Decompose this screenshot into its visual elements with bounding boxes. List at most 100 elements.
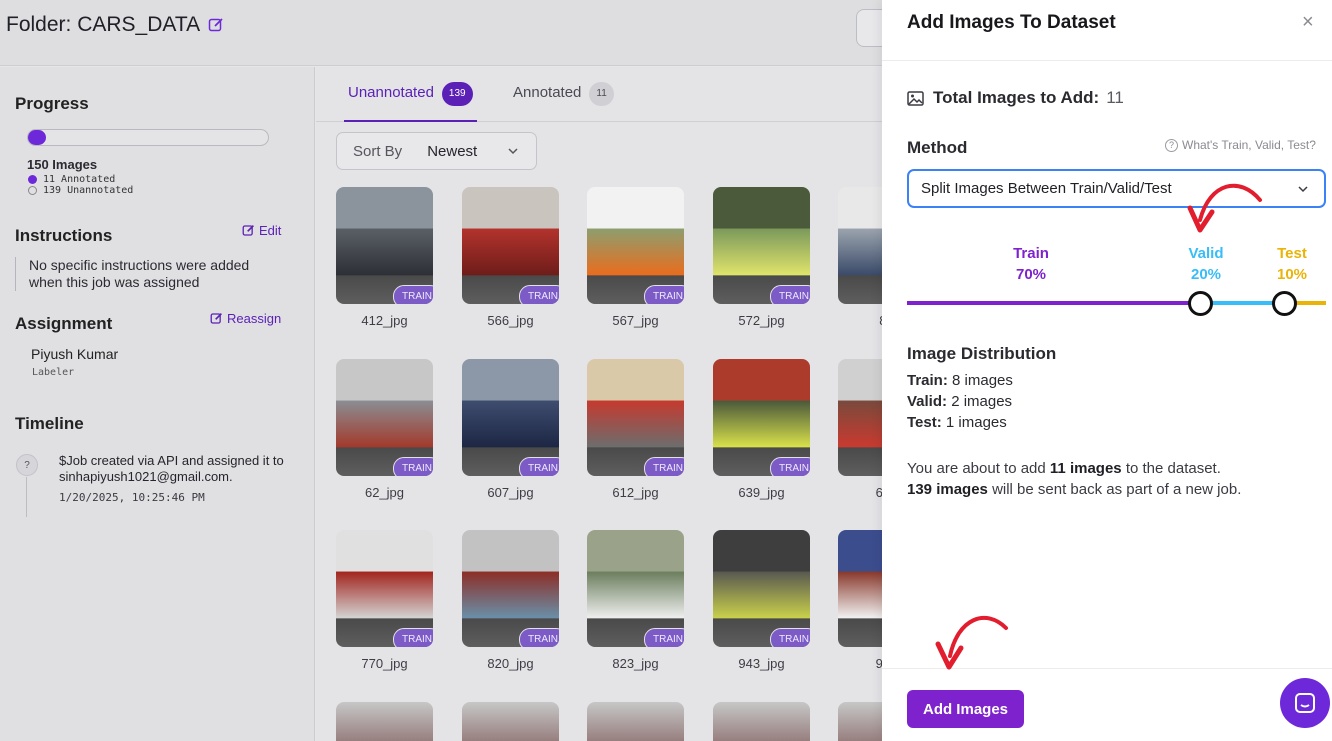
distribution-train-label: Train: [907,372,948,389]
chat-icon [1295,693,1315,713]
image-thumbnail[interactable]: TRAIN [587,530,684,647]
help-link-text: What's Train, Valid, Test? [1182,138,1316,152]
image-filename: 823_jpg [612,656,659,671]
image-thumbnail[interactable] [587,702,684,741]
image-thumbnail[interactable]: TRAIN [713,359,810,476]
edit-label: Edit [259,223,282,238]
image-filename: 88 [838,313,882,328]
progress-bar [27,129,269,146]
total-images-value: 11 [1106,88,1124,107]
image-thumbnail[interactable]: TRAIN [587,359,684,476]
help-icon: ? [1165,138,1178,152]
image-thumbnail[interactable]: TRAIN [838,187,882,304]
split-handle[interactable] [1188,291,1214,316]
sort-select[interactable]: Sort By Newest [336,132,537,170]
drawer-footer: Add Images [882,668,1332,741]
split-handle[interactable] [1272,291,1298,316]
distribution-valid-value: 2 images [951,393,1013,410]
train-badge: TRAIN [644,628,684,647]
train-badge: TRAIN [393,457,433,476]
split-name: Valid [1188,245,1224,262]
folder-title-text: Folder: CARS_DATA [6,13,201,36]
image-thumbnail[interactable]: TRAIN [838,530,882,647]
image-thumbnail[interactable] [462,702,559,741]
assignee-name: Piyush Kumar [31,346,119,362]
split-percent: 20% [1190,266,1222,283]
train-badge: TRAIN [393,628,433,647]
image-icon [907,90,924,106]
image-thumbnail[interactable]: TRAIN [838,359,882,476]
progress-title: Progress [15,94,89,113]
add-images-button[interactable]: Add Images [907,690,1024,728]
instructions-title: Instructions [15,226,113,245]
tab-unannotated[interactable]: Unannotated 139 [344,82,477,122]
note-line-1-bold: 11 images [1049,460,1122,477]
split-label-valid: Valid 20% [1166,243,1246,285]
image-thumbnail[interactable]: TRAIN [336,359,433,476]
image-thumbnail[interactable] [838,702,882,741]
timeline-title: Timeline [15,414,84,433]
timeline-event-date: 1/20/2025, 10:25:46 PM [59,491,205,504]
vehicle-photo [838,187,882,304]
tab-unannotated-count: 139 [441,82,473,106]
distribution-test-value: 1 images [945,414,1007,431]
image-filename: 943_jpg [738,656,785,671]
assignee-role: Labeler [32,367,75,378]
total-images-label: Total Images to Add: [933,88,1100,107]
train-badge: TRAIN [770,628,810,647]
train-badge: TRAIN [519,285,559,304]
drawer-header: Add Images To Dataset × [882,0,1332,61]
image-thumbnail[interactable]: TRAIN [336,530,433,647]
tab-annotated-count: 11 [589,82,614,106]
distribution-train: Train: 8 images [907,372,1013,389]
instructions-text: No specific instructions were added when… [15,257,280,291]
annotation-arrow-icon [935,616,1008,670]
image-thumbnail[interactable]: TRAIN [336,187,433,304]
image-thumbnail[interactable]: TRAIN [462,187,559,304]
image-filename: 572_jpg [738,313,785,328]
image-filename: 612_jpg [612,485,659,500]
reassign-link[interactable]: Reassign [210,311,281,326]
edit-instructions-link[interactable]: Edit [242,223,281,238]
legend-unannotated: 139 Unannotated [28,185,133,196]
chat-widget-button[interactable] [1280,678,1330,728]
note-line-2-post: will be sent back as part of a new job. [992,481,1242,498]
image-thumbnail[interactable]: TRAIN [713,530,810,647]
distribution-train-value: 8 images [952,372,1013,389]
train-badge: TRAIN [519,628,559,647]
image-thumbnail[interactable]: TRAIN [462,359,559,476]
image-thumbnail[interactable] [713,702,810,741]
note-line-2-bold: 139 images [907,481,988,498]
image-filename: 638 [875,485,882,500]
tab-annotated-label: Annotated [513,84,582,101]
unannotated-dot-icon [28,186,37,195]
distribution-test-label: Test: [907,414,942,431]
method-label: Method [907,138,968,157]
distribution-test: Test: 1 images [907,414,1007,431]
timeline-event-icon: ? [16,454,38,476]
tabs: Unannotated 139 Annotated 11 [316,67,882,122]
sidebar: Progress 150 Images 11 Annotated 139 Una… [0,67,315,741]
image-thumbnail[interactable]: TRAIN [713,187,810,304]
split-percent: 10% [1276,266,1308,283]
distribution-valid: Valid: 2 images [907,393,1012,410]
image-filename: 942 [875,656,882,671]
train-badge: TRAIN [770,457,810,476]
tab-annotated[interactable]: Annotated 11 [513,82,614,122]
image-filename: 639_jpg [738,485,785,500]
image-thumbnail[interactable]: TRAIN [587,187,684,304]
method-select-value: Split Images Between Train/Valid/Test [921,180,1172,197]
vehicle-photo [838,530,882,647]
close-icon[interactable]: × [1302,11,1314,34]
distribution-valid-label: Valid: [907,393,948,410]
image-thumbnail[interactable] [336,702,433,741]
unannotated-label: 139 Unannotated [43,185,134,196]
image-thumbnail[interactable]: TRAIN [462,530,559,647]
chevron-down-icon [508,148,518,155]
help-link[interactable]: ? What's Train, Valid, Test? [1165,138,1316,152]
legend-annotated: 11 Annotated [28,174,115,185]
image-filename: 770_jpg [361,656,408,671]
edit-folder-icon[interactable] [208,17,224,33]
note-line-2: 139 images will be sent back as part of … [907,481,1241,498]
chevron-down-icon [1298,186,1308,193]
